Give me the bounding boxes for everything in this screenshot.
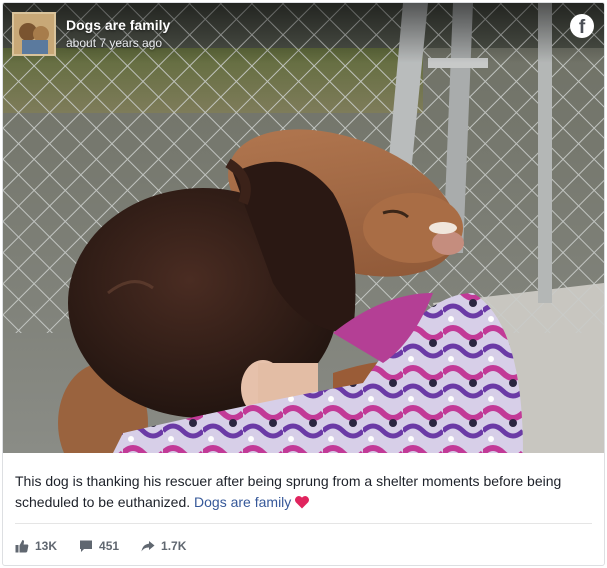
page-avatar[interactable]: [12, 12, 56, 56]
post-header: Dogs are family about 7 years ago f: [3, 3, 604, 63]
thumbs-up-icon: [15, 540, 29, 553]
page-avatar-image: [14, 14, 54, 54]
comments-stat[interactable]: 451: [79, 539, 119, 553]
facebook-icon[interactable]: f: [570, 14, 594, 38]
comment-icon: [80, 540, 93, 552]
likes-count: 13K: [35, 539, 58, 553]
shares-count: 1.7K: [161, 539, 187, 553]
page-name-link[interactable]: Dogs are family: [66, 17, 170, 33]
post-photo[interactable]: Dogs are family about 7 years ago f: [3, 3, 604, 453]
post-card: Dogs are family about 7 years ago f This…: [2, 2, 605, 566]
post-timestamp[interactable]: about 7 years ago: [66, 36, 162, 50]
facebook-icon-glyph: f: [578, 17, 586, 38]
girl-hugging-dog-photo: [3, 3, 604, 453]
shares-stat[interactable]: 1.7K: [141, 539, 186, 553]
comments-count: 451: [99, 539, 120, 553]
share-arrow-icon: [141, 541, 155, 552]
likes-stat[interactable]: 13K: [15, 539, 57, 553]
engagement-stats: 13K 451 1.7K: [15, 536, 208, 556]
red-heart-icon: [295, 496, 310, 509]
caption-page-link[interactable]: Dogs are family: [194, 494, 291, 510]
stats-divider: [15, 523, 592, 524]
post-caption: This dog is thanking his rescuer after b…: [15, 471, 590, 513]
